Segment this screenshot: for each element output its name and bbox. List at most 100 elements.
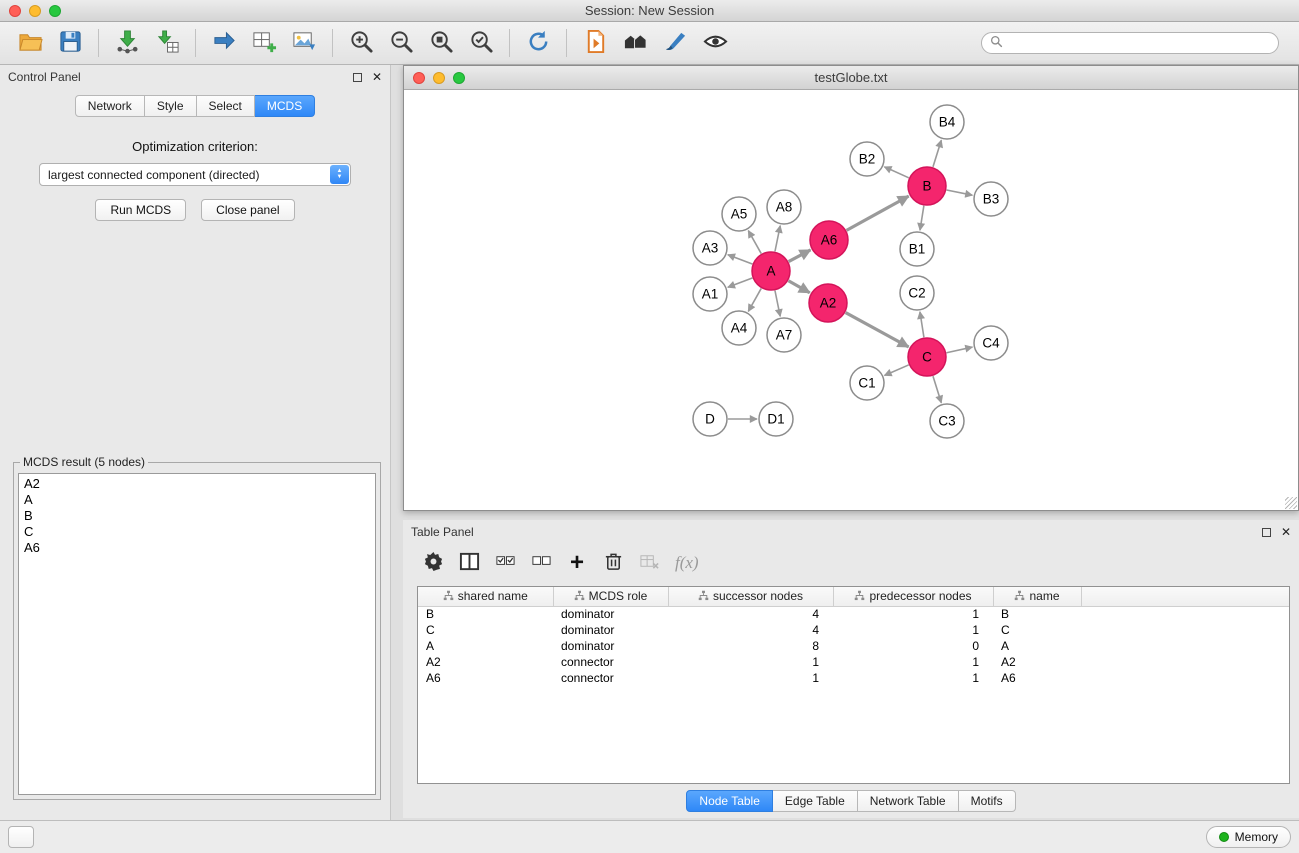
result-item[interactable]: A6 xyxy=(24,540,370,556)
apply-style-button[interactable] xyxy=(658,27,692,59)
float-table-panel-icon[interactable] xyxy=(1262,528,1271,537)
delete-column-button[interactable] xyxy=(597,548,629,578)
node-table-container[interactable]: shared nameMCDS rolesuccessor nodesprede… xyxy=(417,586,1290,784)
column-header-successor-nodes[interactable]: successor nodes xyxy=(668,587,833,606)
export-image-button[interactable] xyxy=(287,27,321,59)
result-item[interactable]: A xyxy=(24,492,370,508)
graph-node-A6[interactable]: A6 xyxy=(810,221,848,259)
import-network-button[interactable] xyxy=(110,27,144,59)
graph-edge-A-A2[interactable] xyxy=(788,281,809,293)
memory-button[interactable]: Memory xyxy=(1206,826,1291,848)
zoom-selected-button[interactable] xyxy=(464,27,498,59)
save-session-button[interactable] xyxy=(53,27,87,59)
graph-edge-A-A8[interactable] xyxy=(775,226,780,252)
graph-edge-B-B1[interactable] xyxy=(920,206,924,230)
graph-edge-C-C2[interactable] xyxy=(920,312,924,337)
network-graph[interactable]: B4 B2 B B3 A5 A8 A6 B1 A3 A A1 C2 A2 A4 A7 C4 C C1 D D1 C3 xyxy=(404,90,1298,510)
graph-node-B1[interactable]: B1 xyxy=(900,232,934,266)
graph-edge-A-A1[interactable] xyxy=(728,278,753,287)
search-input[interactable] xyxy=(1008,36,1270,50)
home-button[interactable] xyxy=(618,27,652,59)
close-panel-icon[interactable]: ✕ xyxy=(372,71,382,83)
result-item[interactable]: A2 xyxy=(24,476,370,492)
result-item[interactable]: B xyxy=(24,508,370,524)
graph-node-C2[interactable]: C2 xyxy=(900,276,934,310)
table-row[interactable]: Cdominator41C xyxy=(418,622,1289,638)
result-item[interactable]: C xyxy=(24,524,370,540)
graph-node-A[interactable]: A xyxy=(752,252,790,290)
table-row[interactable]: Bdominator41B xyxy=(418,606,1289,622)
graph-edge-B-B2[interactable] xyxy=(884,167,908,178)
table-settings-button[interactable] xyxy=(417,548,449,578)
console-button[interactable] xyxy=(8,826,34,848)
refresh-button[interactable] xyxy=(521,27,555,59)
close-panel-button[interactable]: Close panel xyxy=(201,199,294,221)
graph-node-C4[interactable]: C4 xyxy=(974,326,1008,360)
zoom-fit-button[interactable] xyxy=(424,27,458,59)
tab-node-table[interactable]: Node Table xyxy=(686,790,773,812)
show-hide-button[interactable] xyxy=(698,27,732,59)
graph-node-B3[interactable]: B3 xyxy=(974,182,1008,216)
toolbar-search[interactable] xyxy=(981,32,1279,54)
new-table-button[interactable] xyxy=(247,27,281,59)
run-mcds-button[interactable]: Run MCDS xyxy=(95,199,186,221)
network-canvas[interactable]: B4 B2 B B3 A5 A8 A6 B1 A3 A A1 C2 A2 A4 A7 C4 C C1 D D1 C3 xyxy=(404,90,1298,510)
zoom-out-button[interactable] xyxy=(384,27,418,59)
close-table-panel-icon[interactable]: ✕ xyxy=(1281,526,1291,538)
graph-node-D1[interactable]: D1 xyxy=(759,402,793,436)
zoom-in-button[interactable] xyxy=(344,27,378,59)
import-table-button[interactable] xyxy=(150,27,184,59)
tab-select[interactable]: Select xyxy=(197,95,255,117)
tab-motifs[interactable]: Motifs xyxy=(959,790,1016,812)
column-header-name[interactable]: name xyxy=(993,587,1081,606)
graph-node-C[interactable]: C xyxy=(908,338,946,376)
delete-table-button[interactable] xyxy=(633,548,665,578)
tab-mcds[interactable]: MCDS xyxy=(255,95,315,117)
new-network-button[interactable] xyxy=(207,27,241,59)
graph-edge-B-B3[interactable] xyxy=(947,190,973,195)
open-document-button[interactable] xyxy=(578,27,612,59)
graph-node-C3[interactable]: C3 xyxy=(930,404,964,438)
open-session-button[interactable] xyxy=(13,27,47,59)
table-row[interactable]: A6connector11A6 xyxy=(418,670,1289,686)
select-all-button[interactable] xyxy=(489,548,521,578)
graph-node-A7[interactable]: A7 xyxy=(767,318,801,352)
graph-edge-A-A3[interactable] xyxy=(728,255,753,264)
table-row[interactable]: A2connector11A2 xyxy=(418,654,1289,670)
graph-node-A4[interactable]: A4 xyxy=(722,311,756,345)
graph-edge-C-C3[interactable] xyxy=(933,376,941,403)
graph-edge-A2-C[interactable] xyxy=(846,313,909,347)
graph-node-A1[interactable]: A1 xyxy=(693,277,727,311)
graph-node-A8[interactable]: A8 xyxy=(767,190,801,224)
graph-edge-A6-B[interactable] xyxy=(847,196,909,230)
tab-network-table[interactable]: Network Table xyxy=(858,790,959,812)
tab-style[interactable]: Style xyxy=(145,95,197,117)
add-column-button[interactable]: + xyxy=(561,548,593,578)
table-row[interactable]: Adominator80A xyxy=(418,638,1289,654)
graph-node-B[interactable]: B xyxy=(908,167,946,205)
graph-node-A2[interactable]: A2 xyxy=(809,284,847,322)
graph-node-B4[interactable]: B4 xyxy=(930,105,964,139)
graph-node-B2[interactable]: B2 xyxy=(850,142,884,176)
tab-network[interactable]: Network xyxy=(75,95,145,117)
column-header-shared-name[interactable]: shared name xyxy=(418,587,553,606)
function-builder-button[interactable]: f(x) xyxy=(675,553,699,573)
graph-node-A3[interactable]: A3 xyxy=(693,231,727,265)
graph-edge-C-C1[interactable] xyxy=(884,365,908,375)
graph-edge-A-A4[interactable] xyxy=(748,288,761,311)
float-panel-icon[interactable] xyxy=(353,73,362,82)
graph-node-A5[interactable]: A5 xyxy=(722,197,756,231)
graph-edge-C-C4[interactable] xyxy=(947,347,973,353)
graph-node-C1[interactable]: C1 xyxy=(850,366,884,400)
graph-edge-A-A5[interactable] xyxy=(748,231,761,254)
network-window-titlebar[interactable]: testGlobe.txt xyxy=(404,66,1298,90)
column-header-predecessor-nodes[interactable]: predecessor nodes xyxy=(833,587,993,606)
resize-handle[interactable] xyxy=(1285,497,1297,509)
graph-edge-B-B4[interactable] xyxy=(933,140,941,167)
criterion-dropdown[interactable]: largest connected component (directed) ▲… xyxy=(39,163,351,186)
column-header-mcds-role[interactable]: MCDS role xyxy=(553,587,668,606)
deselect-all-button[interactable] xyxy=(525,548,557,578)
show-columns-button[interactable] xyxy=(453,548,485,578)
graph-node-D[interactable]: D xyxy=(693,402,727,436)
graph-edge-A-A6[interactable] xyxy=(789,250,811,262)
